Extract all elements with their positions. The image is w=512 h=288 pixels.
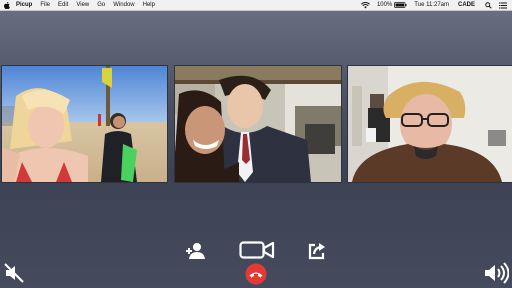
video-tile-participant-2[interactable]	[174, 65, 342, 183]
add-person-icon	[186, 243, 205, 259]
volume-button[interactable]	[483, 262, 509, 284]
battery-icon[interactable]	[394, 2, 407, 8]
menu-bar-left: Picup File Edit View Go Window Help	[0, 0, 163, 10]
apple-menu-icon[interactable]	[3, 0, 11, 10]
video-camera-icon	[239, 241, 275, 259]
notification-center-icon[interactable]	[499, 2, 507, 9]
speaker-icon	[485, 262, 509, 284]
menu-file[interactable]: File	[40, 2, 50, 8]
add-participant-button[interactable]	[185, 242, 205, 260]
menu-help[interactable]: Help	[143, 2, 155, 8]
user-name[interactable]: CADE	[458, 2, 475, 8]
share-icon	[308, 243, 325, 260]
wifi-icon[interactable]	[361, 1, 370, 9]
video-tile-participant-3[interactable]	[347, 65, 512, 183]
menu-go[interactable]: Go	[97, 2, 105, 8]
end-call-button[interactable]	[245, 263, 267, 285]
participant-3-video	[348, 66, 512, 182]
hang-up-icon	[245, 263, 267, 285]
participant-1-video	[2, 66, 167, 182]
share-button[interactable]	[307, 241, 327, 261]
video-tile-participant-1[interactable]	[1, 65, 168, 183]
participant-2-video	[175, 66, 341, 182]
menu-edit[interactable]: Edit	[58, 2, 68, 8]
clock[interactable]: Tue 11:27am	[414, 2, 449, 8]
battery-percent: 100%	[376, 2, 393, 8]
menu-app-name[interactable]: Picup	[16, 2, 32, 8]
muted-microphone-icon	[4, 263, 24, 283]
menu-bar-status: 100% Tue 11:27am CADE	[354, 0, 512, 10]
menu-view[interactable]: View	[76, 2, 89, 8]
video-toggle-button[interactable]	[239, 240, 275, 260]
menu-bar: Picup File Edit View Go Window Help 100%…	[0, 0, 512, 11]
mute-microphone-button[interactable]	[3, 262, 25, 284]
menu-window[interactable]: Window	[113, 2, 134, 8]
spotlight-search-icon[interactable]	[485, 1, 492, 9]
